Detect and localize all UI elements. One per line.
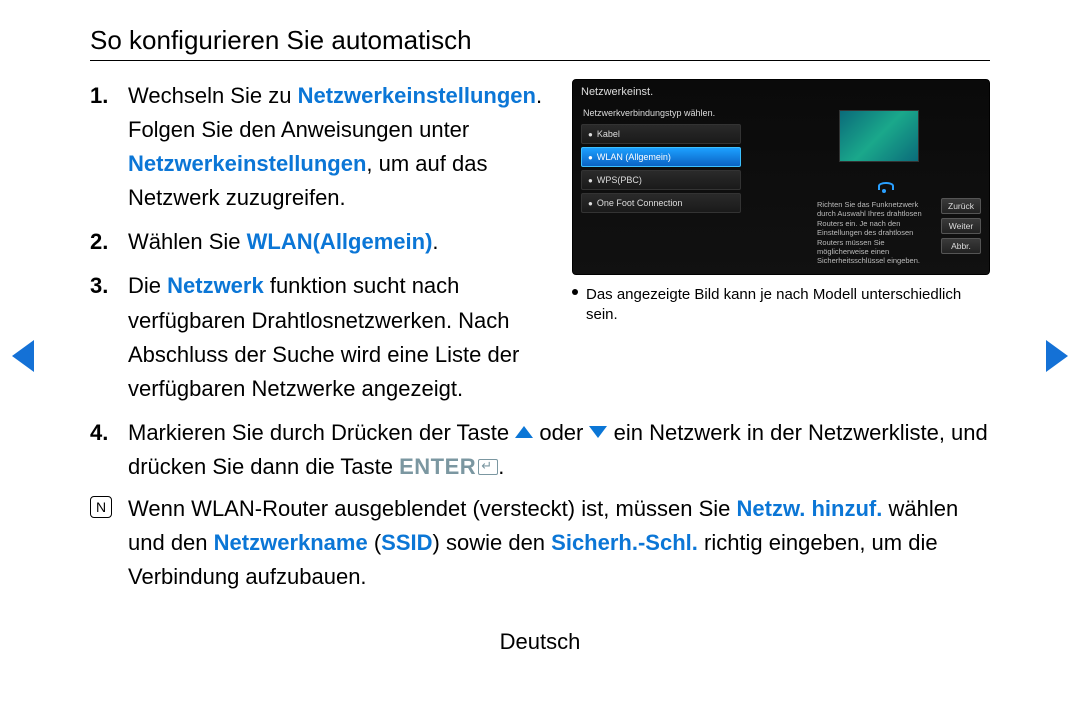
step-1-text-a: Wechseln Sie zu: [128, 83, 298, 108]
device-option-label: WLAN (Allgemein): [597, 152, 671, 162]
arrow-down-icon: [589, 426, 607, 438]
device-option-onefoot: ●One Foot Connection: [581, 193, 741, 213]
note-hl3: SSID: [381, 530, 432, 555]
device-btn-back: Zurück: [941, 198, 981, 214]
bullet-icon: [572, 289, 578, 295]
step-4-text-a: Markieren Sie durch Drücken der Taste: [128, 420, 515, 445]
step-4-mid: oder: [533, 420, 589, 445]
step-2-text-b: .: [432, 229, 438, 254]
device-option-kabel: ●Kabel: [581, 124, 741, 144]
enter-icon: [478, 459, 498, 475]
step-2: Wählen Sie WLAN(Allgemein).: [90, 225, 552, 259]
step-1-highlight-1: Netzwerkeinstellungen: [298, 83, 536, 108]
device-btn-cancel: Abbr.: [941, 238, 981, 254]
step-2-text-a: Wählen Sie: [128, 229, 247, 254]
device-option-wps: ●WPS(PBC): [581, 170, 741, 190]
instruction-column: Wechseln Sie zu Netzwerkeinstellungen. F…: [90, 79, 552, 416]
device-preview-image: [839, 110, 919, 162]
step-2-highlight-1: WLAN(Allgemein): [247, 229, 433, 254]
wifi-icon: [871, 172, 897, 198]
device-btn-next: Weiter: [941, 218, 981, 234]
device-option-label: One Foot Connection: [597, 198, 683, 208]
step-3: Die Netzwerk funktion sucht nach verfügb…: [90, 269, 552, 405]
device-subtitle: Netzwerkverbindungstyp wählen.: [583, 108, 981, 118]
step-1: Wechseln Sie zu Netzwerkeinstellungen. F…: [90, 79, 552, 215]
note-hl2: Netzwerkname: [214, 530, 368, 555]
step-4-text-c: .: [498, 454, 504, 479]
note-a: Wenn WLAN-Router ausgeblendet (versteckt…: [128, 496, 737, 521]
device-column: Netzwerkeinst. Netzwerkverbindungstyp wä…: [572, 79, 990, 416]
note-paren-l: (: [368, 530, 381, 555]
nav-next-arrow[interactable]: [1046, 340, 1068, 372]
step-1-highlight-2: Netzwerkeinstellungen: [128, 151, 366, 176]
device-option-label: WPS(PBC): [597, 175, 642, 185]
step-4: Markieren Sie durch Drücken der Taste od…: [90, 416, 990, 594]
manual-page: So konfigurieren Sie automatisch Wechsel…: [0, 0, 1080, 655]
step-3-highlight-1: Netzwerk: [167, 273, 264, 298]
page-title: So konfigurieren Sie automatisch: [90, 25, 990, 61]
device-title: Netzwerkeinst.: [581, 86, 981, 98]
nav-prev-arrow[interactable]: [12, 340, 34, 372]
note-block: N Wenn WLAN-Router ausgeblendet (verstec…: [90, 492, 990, 594]
device-caption: Das angezeigte Bild kann je nach Modell …: [572, 285, 990, 326]
enter-label: ENTER: [399, 454, 476, 479]
step-3-text-a: Die: [128, 273, 167, 298]
device-screenshot: Netzwerkeinst. Netzwerkverbindungstyp wä…: [572, 79, 990, 275]
device-option-wlan: ●WLAN (Allgemein): [581, 147, 741, 167]
device-option-label: Kabel: [597, 129, 620, 139]
device-description: Richten Sie das Funknetzwerk durch Auswa…: [817, 200, 927, 266]
note-icon: N: [90, 496, 112, 518]
arrow-up-icon: [515, 426, 533, 438]
caption-text: Das angezeigte Bild kann je nach Modell …: [586, 286, 961, 323]
note-hl4: Sicherh.-Schl.: [551, 530, 698, 555]
language-label: Deutsch: [90, 629, 990, 655]
note-hl1: Netzw. hinzuf.: [737, 496, 883, 521]
note-paren-r: ) sowie den: [433, 530, 552, 555]
